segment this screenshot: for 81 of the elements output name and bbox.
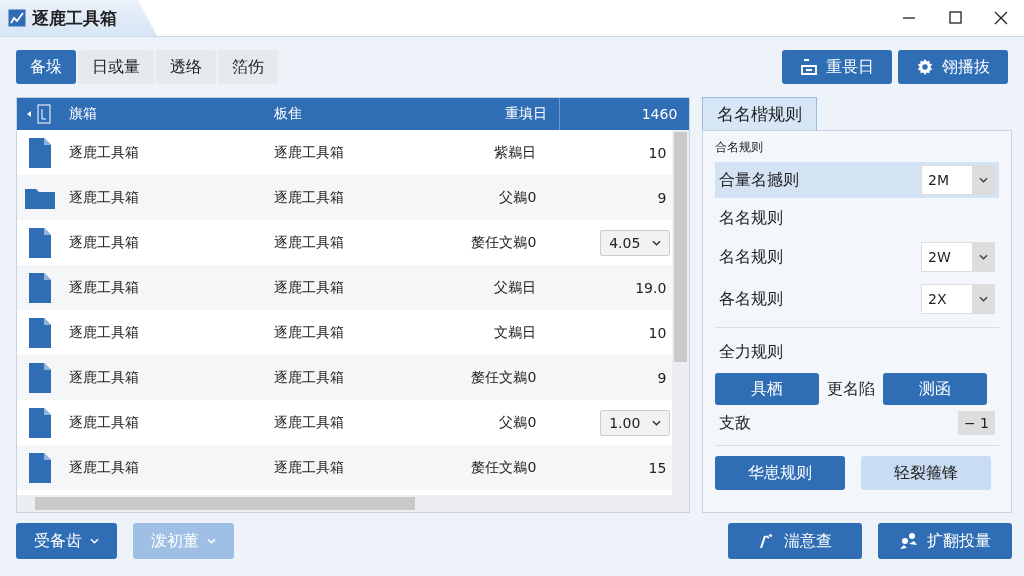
- file-icon: [29, 407, 51, 438]
- file-name: 逐鹿工具箱: [68, 413, 140, 432]
- caret-icon: [652, 419, 662, 426]
- rule-button[interactable]: 具栖: [715, 373, 820, 405]
- table-cell-text: 逐鹿工具箱: [273, 368, 345, 387]
- table-cell-text: 15: [647, 459, 668, 476]
- action-button[interactable]: 扩翻投量: [878, 523, 1012, 559]
- date-cell-text: 嫠任文鵜0: [470, 368, 538, 387]
- stepper-label: 支敌: [719, 412, 752, 434]
- value-dropdown[interactable]: 1.00: [600, 409, 671, 436]
- date-cell-text: 父鵜0: [498, 188, 538, 207]
- table-cell-text: 逐鹿工具箱: [273, 323, 345, 342]
- caret-icon: [978, 254, 988, 260]
- file-name: 逐鹿工具箱: [68, 143, 140, 162]
- file-name: 逐鹿工具箱: [68, 233, 140, 252]
- dropdown[interactable]: 2W: [921, 242, 995, 272]
- column-header[interactable]: 板隹: [268, 105, 430, 123]
- caret-icon: [652, 239, 662, 246]
- caret-icon: [207, 538, 216, 544]
- dropdown[interactable]: 2M: [921, 165, 995, 195]
- table-cell-text: 9: [656, 369, 668, 386]
- window-title: 逐鹿工具箱: [0, 0, 157, 36]
- file-name: 逐鹿工具箱: [68, 368, 140, 387]
- table-cell-text: 逐鹿工具箱: [273, 188, 345, 207]
- file-icon: [29, 272, 51, 303]
- file-name: 逐鹿工具箱: [68, 323, 140, 342]
- column-header[interactable]: 重填日: [429, 105, 560, 123]
- file-icon: [29, 317, 51, 348]
- rule-button[interactable]: 测函: [883, 373, 988, 405]
- action-button[interactable]: 轻裂箍锋: [861, 456, 992, 490]
- tab[interactable]: 透络: [156, 50, 216, 84]
- action-button[interactable]: 湍意查: [728, 523, 862, 559]
- dropdown[interactable]: 2X: [921, 284, 995, 314]
- file-icon: [29, 227, 51, 258]
- panel-tab[interactable]: 名名楷规则: [702, 97, 818, 130]
- file-icon: [29, 137, 51, 168]
- setting-label: 合量名撼则: [719, 169, 800, 191]
- section-heading: 名名规则: [718, 207, 785, 229]
- file-icon: [29, 362, 51, 393]
- tab[interactable]: 日或量: [78, 50, 154, 84]
- date-cell-text: 父鵜0: [498, 413, 538, 432]
- action-button[interactable]: 华崽规则: [715, 456, 846, 490]
- horizontal-scrollbar[interactable]: [17, 495, 690, 512]
- caret-icon: [90, 538, 99, 544]
- toolbar-button[interactable]: 翎播抜: [898, 50, 1008, 84]
- table-cell-text: 逐鹿工具箱: [273, 413, 345, 432]
- caret-icon: [978, 177, 988, 183]
- date-cell-text: 嫠任文鵜0: [470, 233, 538, 252]
- table-cell-text: 逐鹿工具箱: [273, 278, 345, 297]
- setting-label: 各名规则: [719, 288, 784, 310]
- table-cell-text: 9: [656, 189, 668, 206]
- date-cell-text: 紫鵜日: [493, 143, 538, 162]
- section-label: 合名规则: [715, 139, 765, 156]
- file-name: 逐鹿工具箱: [68, 278, 140, 297]
- rule-label: 更名陷: [827, 378, 876, 400]
- stepper-field[interactable]: − 1: [957, 411, 995, 435]
- date-cell-text: 父鵜日: [493, 278, 538, 297]
- date-cell-text: 嫠任文鵜0: [470, 458, 538, 477]
- settings-icon: [916, 58, 934, 76]
- file-name: 逐鹿工具箱: [68, 188, 140, 207]
- date-cell-text: 文鵜日: [493, 323, 538, 342]
- value-dropdown[interactable]: 4.05: [600, 229, 671, 256]
- file-icon: [29, 452, 51, 483]
- tab[interactable]: 箔伤: [218, 50, 278, 84]
- table-cell-text: 10: [647, 324, 668, 341]
- setting-label: 名名规则: [719, 246, 784, 268]
- section-heading: 全力规则: [718, 341, 785, 363]
- table-cell-text: 逐鹿工具箱: [273, 233, 345, 252]
- column-header[interactable]: 旗箱: [63, 105, 268, 123]
- table-cell-text: 逐鹿工具箱: [273, 143, 345, 162]
- dropdown-button[interactable]: 受备齿: [16, 523, 117, 559]
- table-cell-text: 19.0: [634, 279, 668, 296]
- people-icon: [899, 532, 919, 550]
- toolbar-button[interactable]: 重畏日: [782, 50, 892, 84]
- caret-icon: [978, 296, 988, 302]
- table-cell-text: 10: [647, 144, 668, 161]
- table-cell-text: 逐鹿工具箱: [273, 458, 345, 477]
- chart-icon: [8, 9, 26, 27]
- file-name: 逐鹿工具箱: [68, 458, 140, 477]
- vertical-scrollbar[interactable]: [672, 130, 690, 495]
- tab[interactable]: 备垛: [16, 50, 76, 84]
